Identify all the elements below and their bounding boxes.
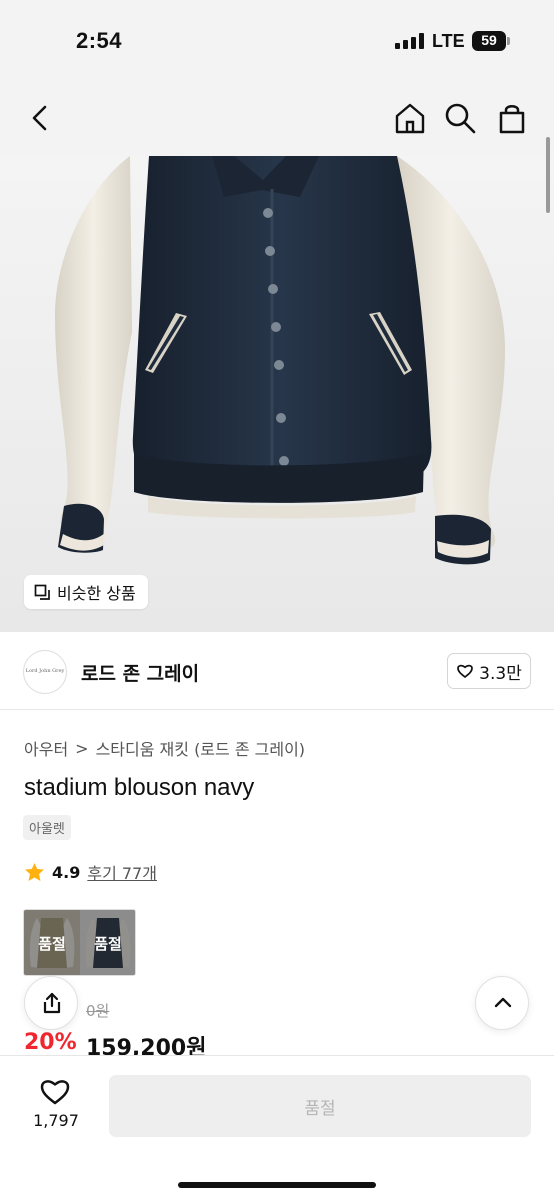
review-link[interactable]: 후기 77개	[87, 860, 157, 884]
soldout-button[interactable]: 품절	[109, 1075, 531, 1137]
brand-like-count: 3.3만	[479, 663, 522, 684]
variant-navy-soldout: 품절	[80, 910, 135, 975]
similar-products-label: 비슷한 상품	[57, 584, 136, 603]
original-price: 0원	[86, 1002, 110, 1020]
rating-row: 4.9 후기 77개	[24, 860, 157, 884]
brand-logo[interactable]: Lord John Grey	[23, 650, 67, 694]
variant-beige[interactable]: 품절	[24, 910, 80, 975]
breadcrumb: 아우터 > 스타디움 재킷 (로드 존 그레이)	[24, 736, 305, 760]
heart-icon	[457, 664, 474, 679]
variant-beige-soldout: 품절	[24, 910, 80, 975]
variant-navy[interactable]: 품절	[80, 910, 135, 975]
similar-products-button[interactable]: 비슷한 상품	[24, 575, 148, 609]
brand-like-button[interactable]: 3.3만	[447, 653, 531, 689]
back-icon[interactable]	[22, 100, 58, 136]
star-icon	[25, 862, 44, 881]
brand-row[interactable]: Lord John Grey 로드 존 그레이 3.3만	[0, 632, 554, 710]
wishlist-count: 1,797	[33, 1111, 79, 1130]
wishlist-button[interactable]: 1,797	[25, 1075, 87, 1137]
battery-level: 59	[481, 32, 497, 48]
share-icon	[43, 992, 61, 1014]
product-image[interactable]	[0, 156, 554, 632]
network-label: LTE	[432, 31, 465, 51]
signal-icon	[395, 33, 424, 49]
status-bar: 2:54 LTE 59	[0, 0, 554, 84]
brand-name[interactable]: 로드 존 그레이	[81, 659, 199, 686]
status-time: 2:54	[76, 28, 123, 53]
variant-selector[interactable]: 품절 품절	[23, 909, 136, 976]
shopping-bag-icon[interactable]	[494, 100, 530, 136]
breadcrumb-category[interactable]: 아우터	[24, 736, 68, 760]
jacket-image	[55, 156, 505, 565]
bottom-action-bar: 1,797 품절	[0, 1055, 554, 1200]
scroll-indicator[interactable]	[546, 137, 550, 213]
breadcrumb-separator: >	[75, 738, 89, 758]
copy-icon	[34, 584, 50, 600]
home-icon[interactable]	[392, 100, 428, 136]
breadcrumb-subcategory[interactable]: 스타디움 재킷 (로드 존 그레이)	[96, 736, 305, 760]
share-button[interactable]	[24, 976, 78, 1030]
scroll-top-button[interactable]	[475, 976, 529, 1030]
top-navigation	[0, 84, 554, 156]
outlet-tag: 아울렛	[23, 815, 71, 840]
rating-value: 4.9	[52, 862, 81, 882]
chevron-up-icon	[494, 997, 512, 1008]
product-title: stadium blouson navy	[24, 774, 255, 801]
heart-icon	[40, 1080, 70, 1105]
battery-icon: 59	[472, 31, 510, 51]
price-area: 0원 20% 159,200원	[0, 1000, 554, 1061]
search-icon[interactable]	[442, 100, 478, 136]
discount-rate: 20%	[24, 1030, 77, 1055]
home-indicator[interactable]	[178, 1182, 376, 1188]
